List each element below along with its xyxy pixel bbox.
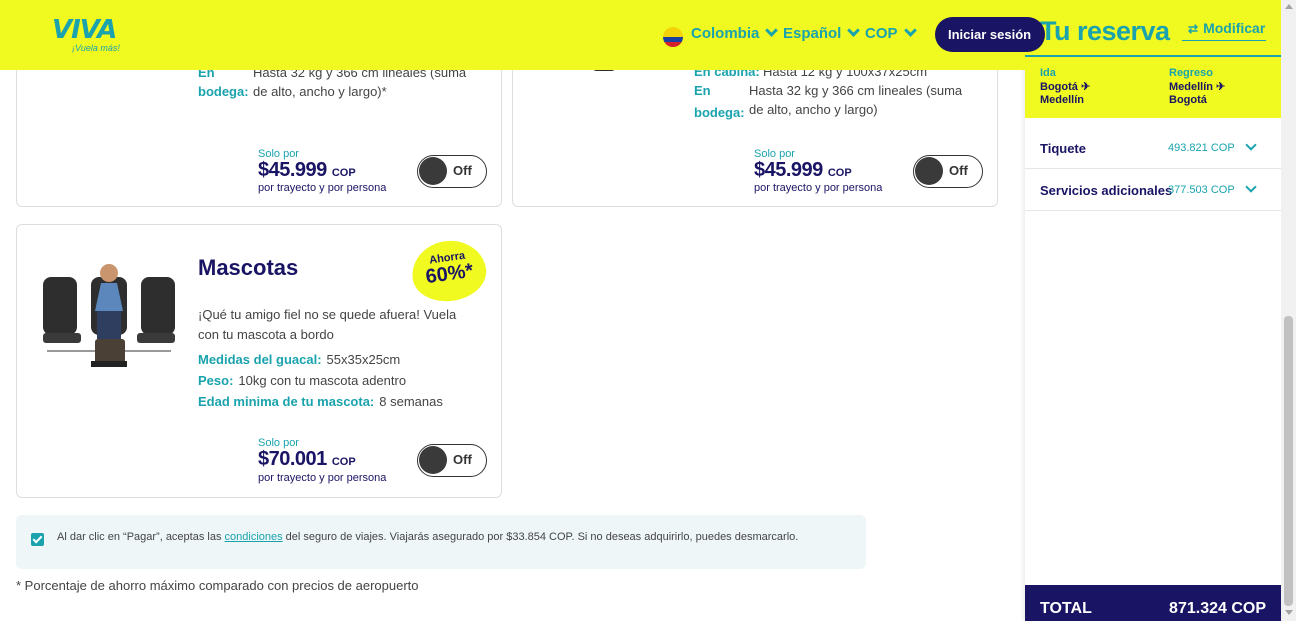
insurance-checkbox[interactable] xyxy=(31,533,44,546)
return-leg: Regreso Medellín ✈ Bogotá xyxy=(1169,67,1225,107)
price-note: por trayecto y por persona xyxy=(754,182,883,194)
pet-toggle[interactable]: Off xyxy=(417,444,487,477)
baggage-toggle[interactable]: Off xyxy=(913,155,983,188)
price-currency: COP xyxy=(827,167,852,179)
chevron-down-icon xyxy=(765,24,779,37)
language-label: Español xyxy=(783,25,842,42)
price-amount: $45.999 xyxy=(258,159,327,181)
ticket-row[interactable]: Tiquete 493.821 COP xyxy=(1025,127,1281,169)
return-to: Bogotá xyxy=(1169,94,1207,106)
savings-footnote: * Porcentaje de ahorro máximo comparado … xyxy=(16,578,419,593)
price-currency: COP xyxy=(331,167,356,179)
hold-value-2: de alto, ancho y largo) xyxy=(749,102,878,117)
scroll-thumb[interactable] xyxy=(1284,316,1293,606)
crate-value: 55x35x25cm xyxy=(326,352,401,367)
outbound-title: Ida xyxy=(1040,67,1056,79)
modify-label: Modificar xyxy=(1203,20,1266,36)
scroll-down-arrow[interactable] xyxy=(1285,610,1293,615)
return-title: Regreso xyxy=(1169,67,1214,79)
pet-description-line2: con tu mascota a bordo xyxy=(198,327,334,342)
pet-title: Mascotas xyxy=(198,255,299,280)
outbound-to: Medellín xyxy=(1040,94,1085,106)
total-label: TOTAL xyxy=(1040,600,1092,617)
pet-seat-illustration xyxy=(43,264,175,367)
outbound-leg: Ida Bogotá ✈ Medellín xyxy=(1040,67,1090,107)
outbound-from: Bogotá ✈ xyxy=(1040,81,1091,93)
total-bar: TOTAL 871.324 COP xyxy=(1025,585,1281,621)
baggage-toggle[interactable]: Off xyxy=(417,155,487,188)
hold-label-2: bodega: xyxy=(198,84,249,99)
weight-label: Peso: xyxy=(198,373,234,388)
price-value: $45.999 COP xyxy=(754,159,852,182)
divider xyxy=(1025,55,1281,57)
age-value: 8 semanas xyxy=(379,394,443,409)
top-header: VIVA ¡Vuela más! Colombia Español COP In… xyxy=(0,0,1045,70)
weight-value: 10kg con tu mascota adentro xyxy=(238,373,407,388)
currency-label: COP xyxy=(865,25,898,42)
chevron-down-icon xyxy=(903,24,917,37)
return-from: Medellín ✈ xyxy=(1169,81,1226,93)
price-note: por trayecto y por persona xyxy=(258,182,387,194)
toggle-knob xyxy=(419,157,447,185)
hold-label-2: bodega: xyxy=(694,105,745,120)
country-selector[interactable]: Colombia xyxy=(691,24,779,42)
page: En Hasta 32 kg y 366 cm lineales (suma b… xyxy=(0,0,1296,621)
services-value: 377.503 COP xyxy=(1168,184,1235,196)
toggle-knob xyxy=(419,446,447,474)
currency-selector[interactable]: COP xyxy=(865,24,917,42)
sidebar-header: Tu reserva ⇄ Modificar Ida Bogotá ✈ Medel… xyxy=(1025,0,1281,118)
ticket-label: Tiquete xyxy=(1040,141,1086,156)
ticket-value: 493.821 COP xyxy=(1168,142,1235,154)
login-button[interactable]: Iniciar sesión xyxy=(935,17,1045,52)
insurance-text-after: del seguro de viajes. Viajarás asegurado… xyxy=(282,531,799,543)
pet-description-line1: ¡Qué tu amigo fiel no se quede afuera! V… xyxy=(198,307,457,322)
crate-label: Medidas del guacal: xyxy=(198,352,322,367)
price-value: $70.001 COP xyxy=(258,448,356,471)
price-amount: $45.999 xyxy=(754,159,823,181)
price-amount: $70.001 xyxy=(258,448,327,470)
page-scrollbar[interactable] xyxy=(1281,0,1296,621)
price-note: por trayecto y por persona xyxy=(258,472,387,484)
services-row[interactable]: Servicios adicionales 377.503 COP xyxy=(1025,169,1281,211)
price-value: $45.999 COP xyxy=(258,159,356,182)
hold-label: En xyxy=(694,83,711,98)
age-label: Edad minima de tu mascota: xyxy=(198,394,375,409)
viva-logo[interactable]: VIVA ¡Vuela más! xyxy=(52,17,124,53)
toggle-label: Off xyxy=(453,452,472,467)
insurance-notice: Al dar clic en “Pagar”, aceptas las cond… xyxy=(16,515,866,569)
savings-badge: Ahorra 60%* xyxy=(408,236,490,306)
services-label: Servicios adicionales xyxy=(1040,183,1173,198)
logo-text: VIVA xyxy=(52,15,117,45)
hold-value: Hasta 32 kg y 366 cm lineales (suma xyxy=(749,83,963,98)
toggle-label: Off xyxy=(949,163,968,178)
country-label: Colombia xyxy=(691,25,760,42)
chevron-down-icon xyxy=(1245,139,1257,151)
insurance-text: Al dar clic en “Pagar”, aceptas las cond… xyxy=(57,531,798,543)
language-selector[interactable]: Español xyxy=(783,24,861,42)
hold-value-2: de alto, ancho y largo)* xyxy=(253,84,387,99)
price-currency: COP xyxy=(331,456,356,468)
total-value: 871.324 COP xyxy=(1169,600,1266,617)
sidebar-title: Tu reserva xyxy=(1040,16,1170,46)
colombia-flag-icon xyxy=(663,27,683,47)
conditions-link[interactable]: condiciones xyxy=(225,531,283,543)
chevron-down-icon xyxy=(1245,181,1257,193)
swap-icon: ⇄ xyxy=(1188,22,1199,36)
chevron-down-icon xyxy=(847,24,861,37)
logo-tagline: ¡Vuela más! xyxy=(72,43,120,53)
scroll-up-arrow[interactable] xyxy=(1285,4,1293,9)
toggle-knob xyxy=(915,157,943,185)
insurance-text-before: Al dar clic en “Pagar”, aceptas las xyxy=(57,531,225,543)
booking-summary-sidebar: Tu reserva ⇄ Modificar Ida Bogotá ✈ Medel… xyxy=(1025,0,1281,621)
toggle-label: Off xyxy=(453,163,472,178)
modify-button[interactable]: ⇄ Modificar xyxy=(1182,20,1266,41)
pet-card: Mascotas Ahorra 60%* ¡Qué tu amigo fiel … xyxy=(16,224,502,498)
